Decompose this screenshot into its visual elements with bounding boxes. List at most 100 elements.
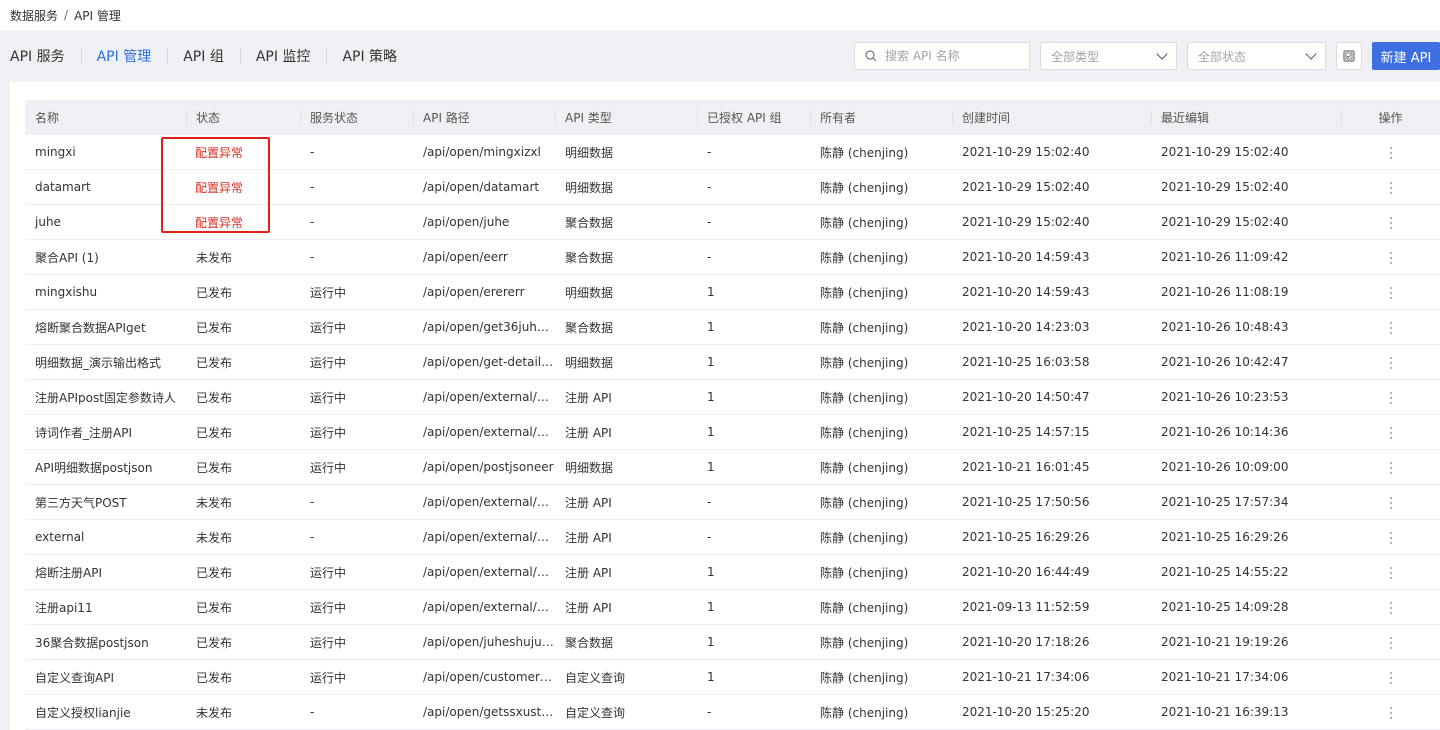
more-actions-icon[interactable] xyxy=(1389,181,1392,194)
cell-service: 运行中 xyxy=(300,449,413,485)
cell-name[interactable]: 36聚合数据postjson xyxy=(25,624,186,660)
breadcrumb-separator: / xyxy=(64,8,69,22)
table-row[interactable]: mingxishu 已发布 运行中/api/open/erererr 明细数据 1 陈静 … xyxy=(25,274,1440,310)
cell-name[interactable]: 注册APIpost固定参数诗人 xyxy=(25,379,186,415)
new-api-button[interactable]: 新建 API xyxy=(1372,42,1440,70)
cell-path: /api/open/external/po... xyxy=(413,484,555,520)
table-row[interactable]: 36聚合数据postjson 已发布 运行中/api/open/juheshujup… xyxy=(25,624,1440,660)
cell-edited: 2021-10-26 10:14:36 xyxy=(1151,414,1341,450)
cell-service: - xyxy=(300,135,413,170)
search-box[interactable] xyxy=(854,42,1030,70)
table-row[interactable]: 自定义授权lianjie 未发布 -/api/open/getssxusto... 自… xyxy=(25,694,1440,730)
more-actions-icon[interactable] xyxy=(1389,706,1392,719)
more-actions-icon[interactable] xyxy=(1389,216,1392,229)
cell-type: 明细数据 xyxy=(555,169,697,205)
more-actions-icon[interactable] xyxy=(1389,391,1392,404)
cell-created: 2021-10-20 14:59:43 xyxy=(952,239,1151,275)
cell-path: /api/open/get36juheAPI xyxy=(413,309,555,345)
cell-groups: 1 xyxy=(697,554,810,590)
column-header: API 路径 xyxy=(413,100,555,135)
cell-name[interactable]: API明细数据postjson xyxy=(25,449,186,485)
more-actions-icon[interactable] xyxy=(1389,146,1392,159)
cell-name[interactable]: 第三方天气POST xyxy=(25,484,186,520)
more-actions-icon[interactable] xyxy=(1389,531,1392,544)
table-row[interactable]: juhe!配置异常-/api/open/juhe聚合数据-陈静 (chenjin… xyxy=(25,204,1440,240)
tab-4[interactable]: API 策略 xyxy=(326,46,413,66)
cell-status: 未发布 xyxy=(186,239,300,275)
breadcrumb-root[interactable]: 数据服务 xyxy=(10,7,58,24)
cell-name[interactable]: juhe xyxy=(25,204,186,240)
cell-status: 未发布 xyxy=(186,484,300,520)
more-actions-icon[interactable] xyxy=(1389,496,1392,509)
more-actions-icon[interactable] xyxy=(1389,636,1392,649)
cell-groups: - xyxy=(697,169,810,205)
search-icon xyxy=(865,50,877,62)
status-filter-select[interactable]: 全部状态 xyxy=(1187,42,1326,70)
cell-type: 聚合数据 xyxy=(555,204,697,240)
cell-groups: 1 xyxy=(697,659,810,695)
cell-name[interactable]: 自定义授权lianjie xyxy=(25,694,186,730)
search-input[interactable] xyxy=(883,48,1017,64)
cell-path: /api/open/juhe xyxy=(413,204,555,240)
table-row[interactable]: datamart!配置异常-/api/open/datamart明细数据-陈静 … xyxy=(25,169,1440,205)
cell-service: 运行中 xyxy=(300,379,413,415)
tab-1[interactable]: API 管理 xyxy=(80,46,168,66)
table-row[interactable]: API明细数据postjson 已发布 运行中/api/open/postjsone… xyxy=(25,449,1440,485)
table-row[interactable]: mingxi!配置异常-/api/open/mingxizxl明细数据-陈静 (… xyxy=(25,135,1440,170)
cell-path: /api/open/external/as... xyxy=(413,589,555,625)
cell-name[interactable]: 熔断聚合数据APIget xyxy=(25,309,186,345)
table-row[interactable]: 熔断聚合数据APIget 已发布 运行中/api/open/get36juheAPI… xyxy=(25,309,1440,345)
cell-name[interactable]: external xyxy=(25,519,186,555)
tab-3[interactable]: API 监控 xyxy=(239,46,327,66)
cell-name[interactable]: mingxi xyxy=(25,135,186,170)
more-actions-icon[interactable] xyxy=(1389,426,1392,439)
more-actions-icon[interactable] xyxy=(1389,321,1392,334)
table-row[interactable]: 注册APIpost固定参数诗人 已发布 运行中/api/open/external/… xyxy=(25,379,1440,415)
cell-name[interactable]: 自定义查询API xyxy=(25,659,186,695)
cell-name[interactable]: 诗词作者_注册API xyxy=(25,414,186,450)
cell-name[interactable]: mingxishu xyxy=(25,274,186,310)
cell-actions xyxy=(1341,204,1440,240)
status-badge: !配置异常 xyxy=(186,214,243,231)
cell-owner: 陈静 (chenjing) xyxy=(810,169,952,205)
type-filter-select[interactable]: 全部类型 xyxy=(1040,42,1177,70)
more-actions-icon[interactable] xyxy=(1389,601,1392,614)
cell-service: - xyxy=(300,239,413,275)
cell-created: 2021-10-20 16:44:49 xyxy=(952,554,1151,590)
more-actions-icon[interactable] xyxy=(1389,286,1392,299)
table-row[interactable]: 明细数据_演示输出格式 已发布 运行中/api/open/get-detail-a.… xyxy=(25,344,1440,380)
cell-type: 聚合数据 xyxy=(555,624,697,660)
more-actions-icon[interactable] xyxy=(1389,671,1392,684)
cell-name[interactable]: datamart xyxy=(25,169,186,205)
cell-service: 运行中 xyxy=(300,309,413,345)
status-text: 配置异常 xyxy=(195,180,244,195)
tab-0[interactable]: API 服务 xyxy=(10,46,81,66)
cell-owner: 陈静 (chenjing) xyxy=(810,274,952,310)
more-actions-icon[interactable] xyxy=(1389,566,1392,579)
cell-edited: 2021-10-26 11:08:19 xyxy=(1151,274,1341,310)
table-row[interactable]: external 未发布 -/api/open/external/aaaa 注册 AP… xyxy=(25,519,1440,555)
cell-name[interactable]: 熔断注册API xyxy=(25,554,186,590)
chevron-down-icon xyxy=(1305,48,1317,60)
cell-name[interactable]: 明细数据_演示输出格式 xyxy=(25,344,186,380)
table-row[interactable]: 第三方天气POST 未发布 -/api/open/external/po... 注册 … xyxy=(25,484,1440,520)
more-actions-icon[interactable] xyxy=(1389,461,1392,474)
table-row[interactable]: 聚合API (1) 未发布 -/api/open/eerr 聚合数据 - 陈静 (chen… xyxy=(25,239,1440,275)
chevron-down-icon xyxy=(1156,48,1168,60)
tab-2[interactable]: API 组 xyxy=(167,46,240,66)
cell-owner: 陈静 (chenjing) xyxy=(810,309,952,345)
table-row[interactable]: 自定义查询API 已发布 运行中/api/open/customer12... 自定义… xyxy=(25,659,1440,695)
cell-name[interactable]: 聚合API (1) xyxy=(25,239,186,275)
more-actions-icon[interactable] xyxy=(1389,251,1392,264)
table-row[interactable]: 诗词作者_注册API 已发布 运行中/api/open/external/ge...… xyxy=(25,414,1440,450)
cell-owner: 陈静 (chenjing) xyxy=(810,379,952,415)
table-row[interactable]: 熔断注册API 已发布 运行中/api/open/external/zh... 注册 … xyxy=(25,554,1440,590)
cell-created: 2021-10-25 16:03:58 xyxy=(952,344,1151,380)
table-row[interactable]: 注册api11 已发布 运行中/api/open/external/as... 注册 … xyxy=(25,589,1440,625)
cell-actions xyxy=(1341,519,1440,555)
cell-name[interactable]: 注册api11 xyxy=(25,589,186,625)
cell-type: 注册 API xyxy=(555,554,697,590)
cell-groups: 1 xyxy=(697,309,810,345)
batch-select-button[interactable] xyxy=(1336,42,1362,70)
more-actions-icon[interactable] xyxy=(1389,356,1392,369)
